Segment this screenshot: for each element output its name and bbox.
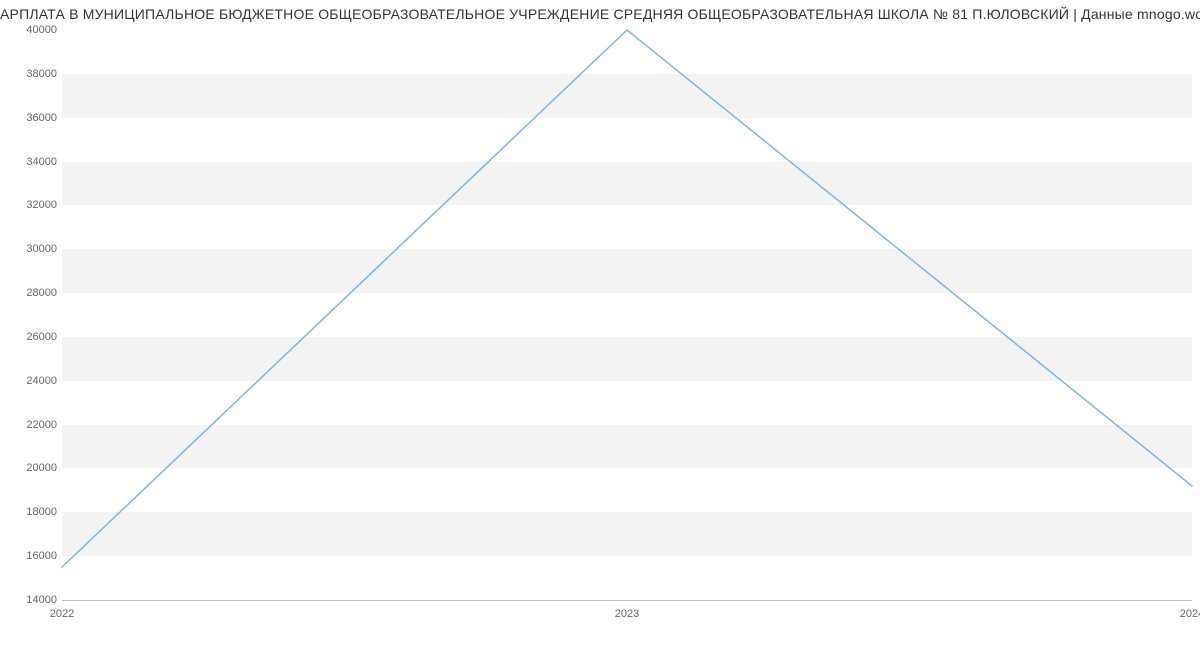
x-tick-label: 2024	[1180, 608, 1200, 620]
y-tick-label: 16000	[2, 550, 57, 562]
y-tick-label: 30000	[2, 243, 57, 255]
x-tick-label: 2023	[615, 608, 639, 620]
line-series-layer	[62, 30, 1192, 600]
x-axis	[62, 600, 1192, 601]
x-tick-label: 2022	[50, 608, 74, 620]
chart-title: АРПЛАТА В МУНИЦИПАЛЬНОЕ БЮДЖЕТНОЕ ОБЩЕОБ…	[0, 6, 1200, 22]
y-tick-label: 36000	[2, 112, 57, 124]
chart: АРПЛАТА В МУНИЦИПАЛЬНОЕ БЮДЖЕТНОЕ ОБЩЕОБ…	[0, 0, 1200, 650]
y-tick-label: 32000	[2, 199, 57, 211]
y-tick-label: 26000	[2, 331, 57, 343]
y-tick-label: 40000	[2, 24, 57, 36]
y-tick-label: 38000	[2, 68, 57, 80]
y-tick-label: 20000	[2, 462, 57, 474]
y-tick-label: 34000	[2, 156, 57, 168]
plot-area	[62, 30, 1192, 600]
y-tick-label: 24000	[2, 375, 57, 387]
y-tick-label: 22000	[2, 419, 57, 431]
series-line	[62, 30, 1192, 567]
y-tick-label: 14000	[2, 594, 57, 606]
y-tick-label: 18000	[2, 506, 57, 518]
y-tick-label: 28000	[2, 287, 57, 299]
